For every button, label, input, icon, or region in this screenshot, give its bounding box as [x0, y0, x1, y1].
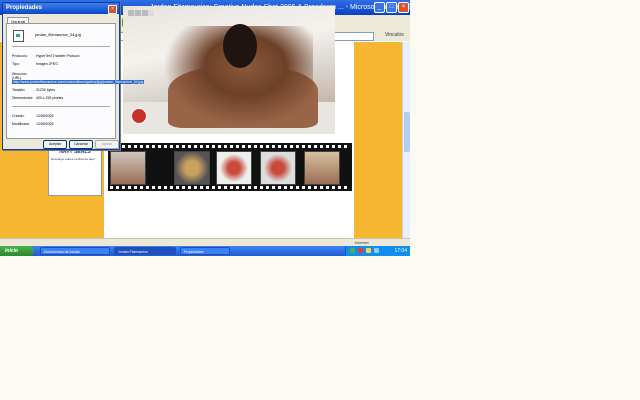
dialog-close-icon[interactable]: ×: [108, 5, 117, 14]
taskbar-item[interactable]: Jordan Fitzmaurice: [114, 247, 176, 255]
close-icon[interactable]: ×: [398, 2, 409, 13]
security-zone: Internet: [355, 240, 369, 245]
ad-text: Descarga videos exclusivos aqui: [51, 157, 95, 161]
prop-dimensions: Dimensiones: 400 x 253 pixeles: [12, 96, 64, 100]
system-tray: 17:04: [345, 246, 410, 256]
taskbar: Inicio Documentos de Jordan Jordan Fitzm…: [0, 246, 410, 256]
thumbnail[interactable]: [304, 151, 340, 185]
network-icon[interactable]: [350, 248, 355, 253]
minimize-icon[interactable]: _: [374, 2, 385, 13]
address-value[interactable]: http://www.jordanfitzmaurice.com/nudes/a…: [12, 80, 145, 84]
film-perforations: [110, 186, 350, 189]
links-label[interactable]: Vinculos: [385, 32, 404, 38]
cancel-button[interactable]: Cancelar: [69, 140, 93, 149]
thumbnail[interactable]: [110, 151, 146, 185]
clock: 17:04: [394, 248, 407, 254]
photo-head: [223, 24, 257, 68]
security-icon[interactable]: [358, 248, 363, 253]
prop-modified: Modificado: 12/08/2006: [12, 122, 54, 126]
watermark-logo: [131, 108, 147, 124]
taskbar-item[interactable]: Propiedades: [180, 247, 230, 255]
prop-created: Creado: 12/08/2006: [12, 114, 54, 118]
screenshot-area: Jordan Fitzmaurice: Creative Nudes Shot …: [0, 0, 410, 256]
prop-size: Tamaño: 31232 bytes: [12, 88, 56, 92]
email-image-icon[interactable]: [142, 10, 148, 16]
scroll-thumb[interactable]: [404, 112, 410, 152]
taskbar-item[interactable]: Documentos de Jordan: [40, 247, 110, 255]
start-button[interactable]: Inicio: [0, 246, 34, 256]
messenger-icon[interactable]: [374, 248, 379, 253]
thumbnail[interactable]: [216, 151, 252, 185]
apply-button[interactable]: Aplicar: [95, 140, 119, 149]
vertical-scrollbar[interactable]: [402, 42, 410, 238]
print-image-icon[interactable]: [135, 10, 141, 16]
prop-type: Tipo: Imagen JPEG: [12, 62, 58, 66]
dialog-panel: jordan_fitzmaurice_04.jpg Protocolo: Hype…: [6, 23, 145, 139]
volume-icon[interactable]: [366, 248, 371, 253]
properties-dialog: Propiedades × General jordan_fitzmaurice…: [2, 2, 145, 150]
prop-address: Direccion (URL):http://www.jordanfitzmau…: [12, 72, 145, 84]
divider: [12, 106, 110, 107]
prop-protocol: Protocolo: HyperText Transfer Protocol: [12, 54, 80, 58]
thumbnail[interactable]: [174, 151, 210, 185]
ok-button[interactable]: Aceptar: [43, 140, 67, 149]
maximize-icon[interactable]: □: [386, 2, 397, 13]
image-file-icon: [13, 30, 24, 42]
filmstrip: [108, 143, 352, 191]
thumbnail[interactable]: [260, 151, 296, 185]
film-perforations: [110, 145, 350, 148]
main-photo[interactable]: [123, 6, 335, 134]
save-image-icon[interactable]: [128, 10, 134, 16]
dialog-title[interactable]: Propiedades: [3, 3, 119, 14]
file-name: jordan_fitzmaurice_04.jpg: [35, 32, 81, 37]
image-toolbar: [128, 10, 154, 16]
divider: [12, 46, 110, 47]
